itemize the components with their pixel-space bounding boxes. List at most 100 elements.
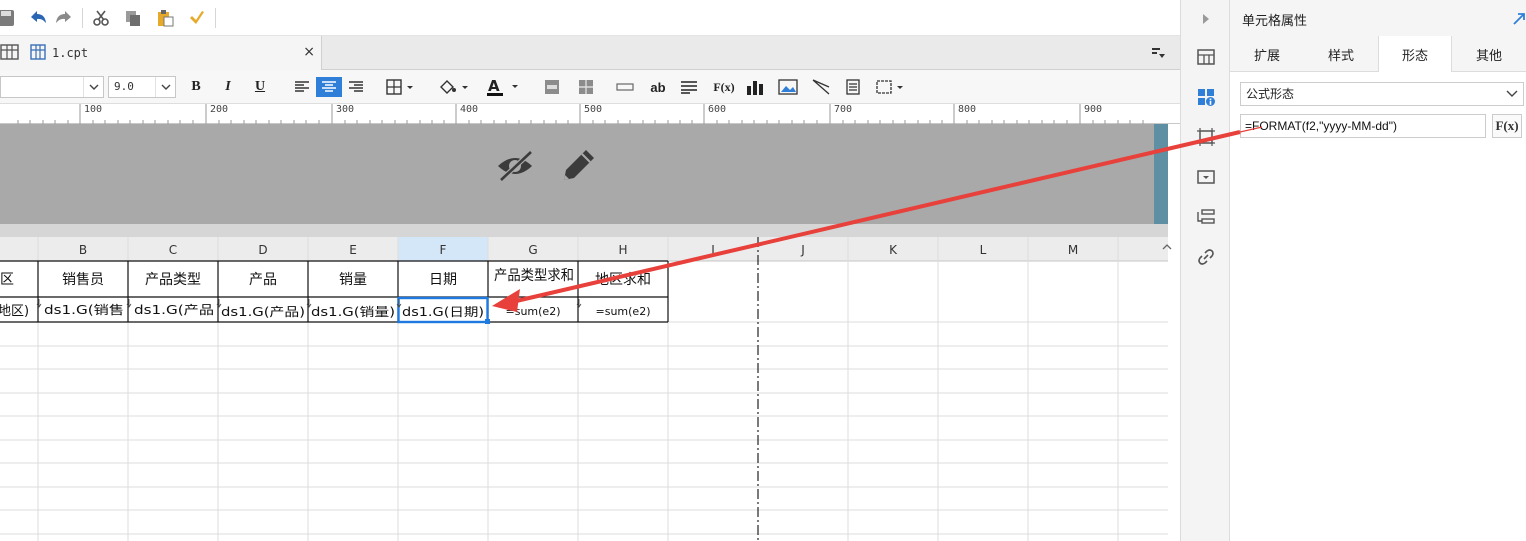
align-right-icon[interactable] <box>345 77 367 97</box>
text-button[interactable]: ab <box>646 77 670 97</box>
unmerge-cells-icon[interactable] <box>576 77 596 97</box>
column-header-i[interactable]: I <box>711 243 715 257</box>
widget-properties-icon[interactable] <box>1193 124 1219 150</box>
chevron-down-icon <box>83 77 103 97</box>
header-separator <box>0 224 1168 237</box>
column-header-d[interactable]: D <box>258 243 267 257</box>
display-type-select[interactable]: 公式形态 <box>1240 82 1524 106</box>
fill-color-icon[interactable] <box>436 77 474 97</box>
cell-f2[interactable]: ds1.G(日期) <box>402 305 484 319</box>
hyperlink-icon[interactable] <box>1193 244 1219 270</box>
underline-button[interactable]: U <box>250 77 270 97</box>
save-icon[interactable] <box>0 6 18 30</box>
report-designer-window: 1.cpt × 9.0 B I U A ab F(x) 100 200 300 … <box>0 0 1526 541</box>
column-header-b[interactable]: B <box>79 243 87 257</box>
grid-canvas: B C D E F G H I J K L M 区 销售员 产品类型 产品 销量… <box>0 237 1168 541</box>
formula-editor-button[interactable]: F(x) <box>1492 114 1522 138</box>
slash-cell-icon[interactable] <box>810 77 832 97</box>
sub-report-icon[interactable] <box>842 77 864 97</box>
font-size-select[interactable]: 9.0 <box>108 76 176 98</box>
tab-bar: 1.cpt × <box>0 36 1180 70</box>
insert-text-field-icon[interactable] <box>614 77 636 97</box>
formula-button[interactable]: F(x) <box>710 77 738 97</box>
cell-e2[interactable]: ds1.G(销量) <box>311 305 395 319</box>
tab-close-button[interactable]: × <box>303 44 315 60</box>
bold-button[interactable]: B <box>186 77 206 97</box>
collapse-panel-icon[interactable] <box>1193 6 1219 32</box>
ruler-mark: 600 <box>708 104 727 115</box>
border-icon[interactable] <box>384 77 420 97</box>
panel-body: 公式形态 =FORMAT(f2,"yyyy-MM-dd") F(x) <box>1230 72 1526 541</box>
copy-icon[interactable] <box>121 6 145 30</box>
merge-cells-icon[interactable] <box>542 77 562 97</box>
column-header-j[interactable]: J <box>800 243 805 257</box>
chart-icon[interactable] <box>744 77 766 97</box>
column-header-l[interactable]: L <box>980 243 987 257</box>
cell-c1[interactable]: 产品类型 <box>145 272 201 288</box>
hide-eye-icon[interactable] <box>495 146 539 189</box>
toolbar-divider <box>215 7 216 28</box>
scroll-up-icon[interactable] <box>1160 240 1174 254</box>
tab-1-cpt[interactable]: 1.cpt × <box>0 36 322 70</box>
paragraph-icon[interactable] <box>678 77 700 97</box>
ruler-mark: 200 <box>210 104 229 115</box>
main-toolbar <box>0 0 1180 36</box>
panel-title: 单元格属性 <box>1242 14 1308 29</box>
font-color-icon[interactable]: A <box>484 77 524 97</box>
cut-icon[interactable] <box>89 6 113 30</box>
tab-form[interactable]: 形态 <box>1378 36 1452 73</box>
undo-icon[interactable] <box>26 6 50 30</box>
redo-icon[interactable] <box>52 6 76 30</box>
cell-b1[interactable]: 销售员 <box>62 272 104 288</box>
cell-b2[interactable]: ds1.G(销售 <box>44 302 124 317</box>
cell-properties-icon[interactable] <box>1193 84 1219 110</box>
cell-g1[interactable]: 产品类型求和 <box>494 268 574 284</box>
chevron-down-icon <box>155 77 175 97</box>
cell-expand-icon[interactable] <box>1193 44 1219 70</box>
ruler-mark: 100 <box>84 104 103 115</box>
cell-d1[interactable]: 产品 <box>249 272 277 288</box>
condition-attribute-icon[interactable] <box>1193 164 1219 190</box>
tab-other[interactable]: 其他 <box>1452 36 1526 72</box>
report-header-band[interactable] <box>0 124 1168 224</box>
paste-icon[interactable] <box>153 6 177 30</box>
insert-frame-icon[interactable] <box>874 77 906 97</box>
column-header-k[interactable]: K <box>889 243 898 257</box>
align-left-icon[interactable] <box>291 77 313 97</box>
cell-f1[interactable]: 日期 <box>429 272 457 288</box>
cell-d2[interactable]: ds1.G(产品) <box>221 305 305 319</box>
column-header-h[interactable]: H <box>618 243 627 257</box>
cell-c2[interactable]: ds1.G(产品 <box>134 303 214 317</box>
column-header-f[interactable]: F <box>440 243 447 257</box>
ruler-mark: 500 <box>584 104 603 115</box>
report-file-icon <box>30 43 46 63</box>
cell-a1[interactable]: 区 <box>0 272 14 288</box>
column-header-g[interactable]: G <box>528 243 537 257</box>
cell-g2[interactable]: =sum(e2) <box>506 305 561 318</box>
resize-panel-icon[interactable] <box>1512 12 1526 26</box>
tab-menu-icon[interactable] <box>1150 45 1166 61</box>
column-header-e[interactable]: E <box>349 243 357 257</box>
formula-input[interactable]: =FORMAT(f2,"yyyy-MM-dd") <box>1240 114 1486 138</box>
font-family-select[interactable] <box>0 76 104 98</box>
column-header-c[interactable]: C <box>169 243 177 257</box>
edit-pencil-icon[interactable] <box>560 144 600 187</box>
image-icon[interactable] <box>776 77 800 97</box>
spreadsheet-grid[interactable]: B C D E F G H I J K L M 区 销售员 产品类型 产品 销量… <box>0 237 1168 541</box>
align-center-icon[interactable] <box>316 77 342 97</box>
tab-expand[interactable]: 扩展 <box>1230 36 1304 72</box>
svg-text:A: A <box>488 78 500 95</box>
format-painter-icon[interactable] <box>185 6 209 30</box>
data-column-icon[interactable] <box>1193 204 1219 230</box>
tab-style[interactable]: 样式 <box>1304 36 1378 72</box>
cell-h2[interactable]: =sum(e2) <box>596 305 651 318</box>
cell-a2[interactable]: 地区) <box>0 304 29 319</box>
column-header-m[interactable]: M <box>1068 243 1078 257</box>
horizontal-ruler: 100 200 300 400 500 600 700 800 900 <box>0 104 1180 124</box>
italic-button[interactable]: I <box>218 77 238 97</box>
cell-e1[interactable]: 销量 <box>339 272 367 288</box>
grid-view-icon <box>0 43 20 64</box>
ruler-mark: 400 <box>460 104 479 115</box>
cell-h1[interactable]: 地区求和 <box>595 272 651 288</box>
cell-properties-panel: 单元格属性 扩展 样式 形态 其他 公式形态 =FORMAT(f2,"yyyy-… <box>1230 0 1526 541</box>
